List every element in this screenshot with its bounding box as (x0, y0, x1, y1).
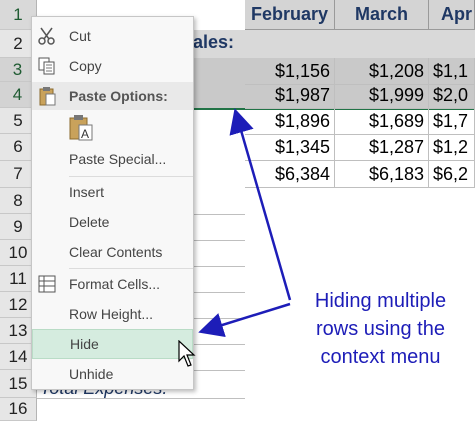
arrow-to-hide-item (198, 302, 291, 338)
annotation-text: Hiding multiple rows using the context m… (286, 287, 475, 371)
annotation-line-2: rows using the (316, 318, 445, 340)
annotation-line-1: Hiding multiple (314, 290, 447, 312)
arrow-to-selected-rows (229, 108, 292, 301)
annotation-line-3: context menu (320, 346, 441, 368)
